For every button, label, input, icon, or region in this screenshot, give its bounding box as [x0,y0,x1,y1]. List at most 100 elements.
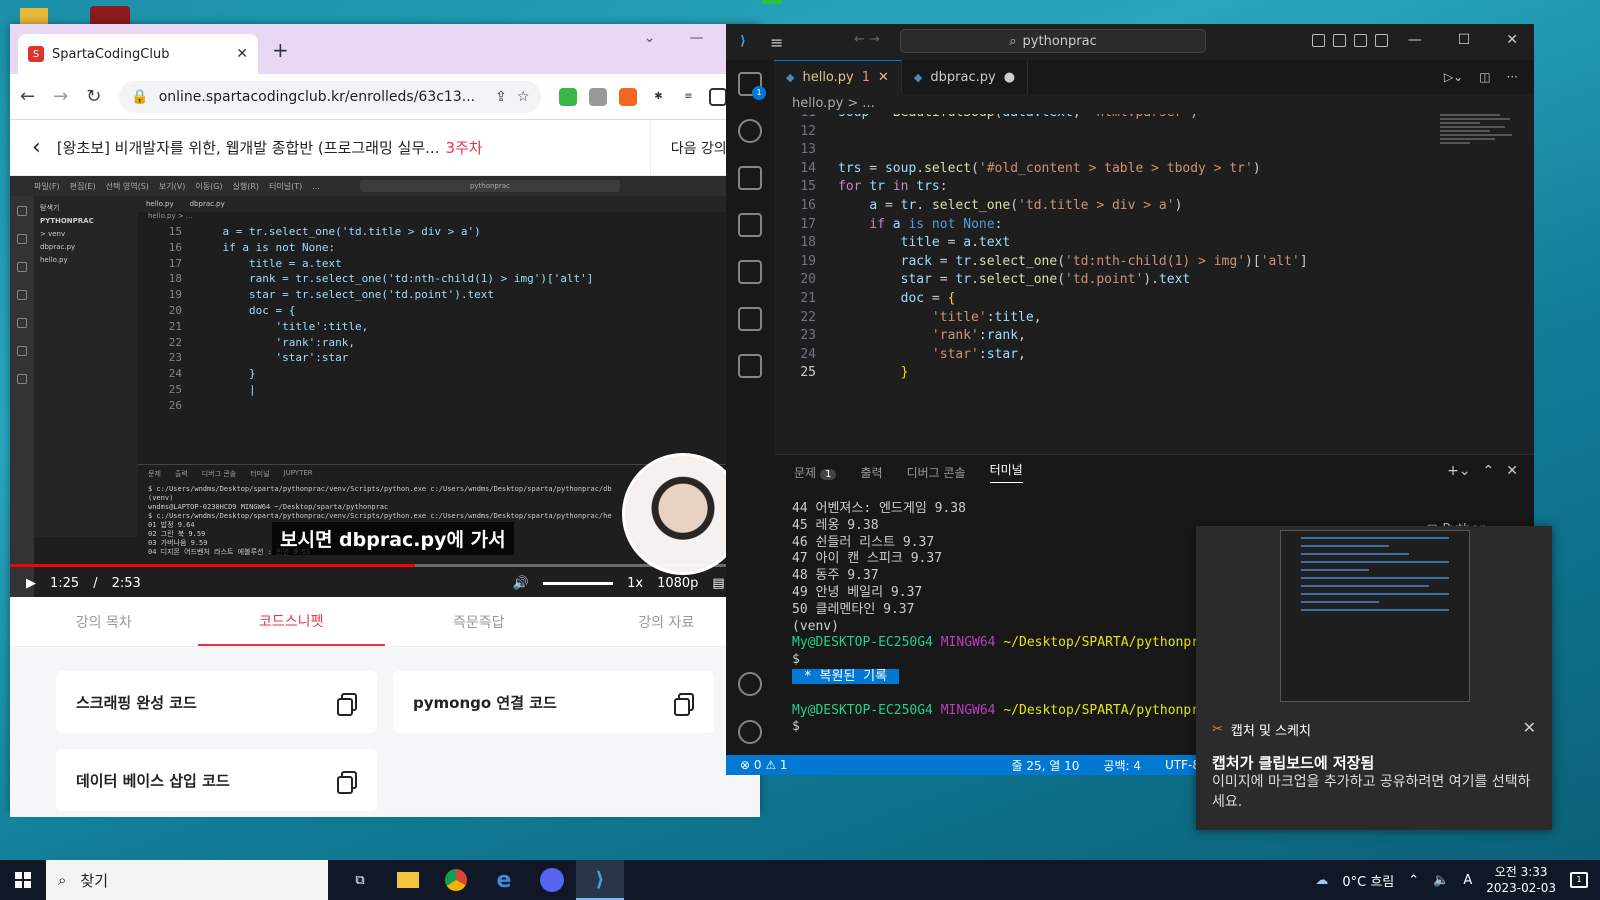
quality-button[interactable]: 1080p [657,576,698,591]
snippet-card[interactable]: 스크래핑 완성 코드 [56,671,377,733]
panel-tab[interactable]: 출력 [860,464,882,481]
panel-tab[interactable]: 디버그 콘솔 [907,464,966,481]
volume-slider[interactable] [543,581,614,585]
lecture-tab[interactable]: 강의 목차 [10,597,198,646]
maximize-panel-icon[interactable]: ⌃ [1483,463,1495,479]
explorer-icon[interactable]: 1 [738,72,766,100]
reading-list-icon[interactable]: ≡ [679,88,697,106]
tab-search-icon[interactable]: ⌄ [644,30,656,46]
capture-thumbnail[interactable] [1280,530,1470,702]
chrome-icon[interactable] [432,860,480,900]
ime-indicator[interactable]: A [1463,873,1472,888]
captions-icon[interactable]: ▤ [712,576,724,591]
vscode-close-button[interactable]: ✕ [1506,32,1518,48]
panel-tab[interactable]: 문제 1 [794,464,837,481]
encoding-status[interactable]: UTF-8 [1165,758,1200,772]
panel-tab[interactable]: 터미널 [989,461,1023,483]
clock[interactable]: 오전 3:33 2023-02-03 [1486,864,1556,896]
close-panel-icon[interactable]: ✕ [1506,463,1518,479]
volume-tray-icon[interactable]: 🔈 [1433,873,1449,888]
start-button[interactable] [0,860,46,900]
extension-green-icon[interactable] [559,87,578,106]
toggle-panel-icon[interactable] [1333,34,1346,47]
notification-center-icon[interactable]: 1 [1570,872,1588,888]
toggle-secondary-sidebar-icon[interactable] [1354,34,1367,47]
task-view-icon[interactable]: ⧉ [336,860,384,900]
play-icon[interactable]: ▶ [26,576,36,591]
prompt-shell: MINGW64 [940,635,996,651]
account-icon[interactable] [738,672,762,696]
new-terminal-icon[interactable]: +⌄ [1447,463,1470,479]
breadcrumb[interactable]: hello.py > ... [774,94,875,114]
search-view-icon[interactable] [738,119,762,143]
customize-layout-icon[interactable] [1375,34,1388,47]
lecture-back-icon[interactable]: ‹ [32,135,41,160]
toast-close-icon[interactable]: ✕ [1523,718,1536,737]
source-control-icon[interactable] [738,166,762,190]
tray-chevron-icon[interactable]: ⌃ [1408,873,1419,888]
tab-close-icon[interactable]: ✕ [878,70,889,85]
run-debug-icon[interactable] [738,213,762,237]
testing-icon[interactable] [738,307,762,331]
tab-close-icon[interactable]: ✕ [236,46,248,62]
editor-tab[interactable]: ◆ hello.py 1 ✕ [774,60,902,94]
file-explorer-icon[interactable] [384,860,432,900]
editor-tab[interactable]: ◆ dbprac.py ● [902,60,1029,94]
edge-icon[interactable]: e [480,860,528,900]
menu-hamburger-icon[interactable]: ≡ [770,33,783,52]
weather-cloud-icon[interactable]: ☁ [1315,873,1328,888]
vscode-maximize-button[interactable]: ☐ [1458,32,1471,48]
snippet-card[interactable]: pymongo 연결 코드 [393,671,714,733]
minimize-button[interactable]: — [689,30,703,46]
snip-notification[interactable]: ✂ 캡처 및 스케치 ✕ 캡처가 클립보드에 저장됨 이미지에 마크업을 추가하… [1196,526,1552,830]
address-bar[interactable]: 🔒 online.spartacodingclub.kr/enrolleds/6… [119,80,542,113]
code-line: 15 for tr in trs: [774,178,1520,197]
lecture-tab[interactable]: 즉문즉답 [385,597,573,646]
lecture-tab[interactable]: 코드스니펫 [197,597,385,646]
nav-back-forward-icons[interactable]: ← → [854,32,880,47]
taskbar-search[interactable]: ⌕ 찾기 [46,860,328,900]
more-actions-icon[interactable]: ··· [1507,70,1518,84]
code-editor[interactable]: 11 soup = BeautifulSoup(data.text, 'html.… [774,114,1520,454]
run-python-icon[interactable]: ▷⌄ [1444,70,1463,84]
video-progress-bar[interactable] [10,564,760,567]
desktop-app-icon[interactable] [90,6,130,24]
desktop-green-bar [762,0,782,4]
settings-gear-icon[interactable] [738,720,762,744]
reload-button[interactable]: ↻ [86,86,101,107]
video-player[interactable]: 파일(F) 편집(E) 선택 영역(S) 보기(V) 이동(G) 실행(R) 터미널(T).… [10,176,760,597]
desktop-folder-icon[interactable] [20,8,48,24]
jupyter-icon[interactable] [738,354,762,378]
copy-icon[interactable] [674,693,694,716]
extensions-icon[interactable] [738,260,762,284]
toggle-sidebar-icon[interactable] [1312,34,1325,47]
weather-text[interactable]: 0°C 흐림 [1342,871,1394,890]
command-center-search[interactable]: ⌕ pythonprac [900,29,1206,53]
extension-orange-icon[interactable] [619,87,638,106]
extensions-puzzle-icon[interactable]: ✱ [649,88,667,106]
indentation-status[interactable]: 공백: 4 [1103,757,1141,774]
copy-icon[interactable] [337,771,357,794]
forward-button[interactable]: → [53,86,68,107]
snippet-card[interactable]: 데이터 베이스 삽입 코드 [56,749,377,811]
video-line-number: 20 [168,303,182,317]
back-button[interactable]: ← [20,86,35,107]
cursor-position[interactable]: 줄 25, 열 10 [1012,757,1080,774]
problems-status[interactable]: ⊗ 0 ⚠ 1 [740,758,788,772]
split-editor-icon[interactable]: ◫ [1479,70,1490,84]
bookmark-star-icon[interactable]: ☆ [517,89,530,105]
speed-button[interactable]: 1x [627,576,643,591]
minimap[interactable] [1440,114,1520,174]
line-number: 23 [800,328,816,344]
discord-icon[interactable] [528,860,576,900]
share-icon[interactable]: ⇪ [495,89,507,105]
browser-tab[interactable]: S SpartaCodingClub ✕ [18,34,258,74]
copy-icon[interactable] [337,693,357,716]
vscode-taskbar-icon[interactable]: ⟩ [576,860,624,900]
side-panel-icon[interactable] [709,87,728,106]
extension-cast-icon[interactable] [589,87,608,106]
lock-icon: 🔒 [131,88,149,105]
volume-icon[interactable]: 🔊 [513,576,529,591]
vscode-minimize-button[interactable]: — [1408,32,1422,48]
new-tab-button[interactable]: + [272,38,289,62]
